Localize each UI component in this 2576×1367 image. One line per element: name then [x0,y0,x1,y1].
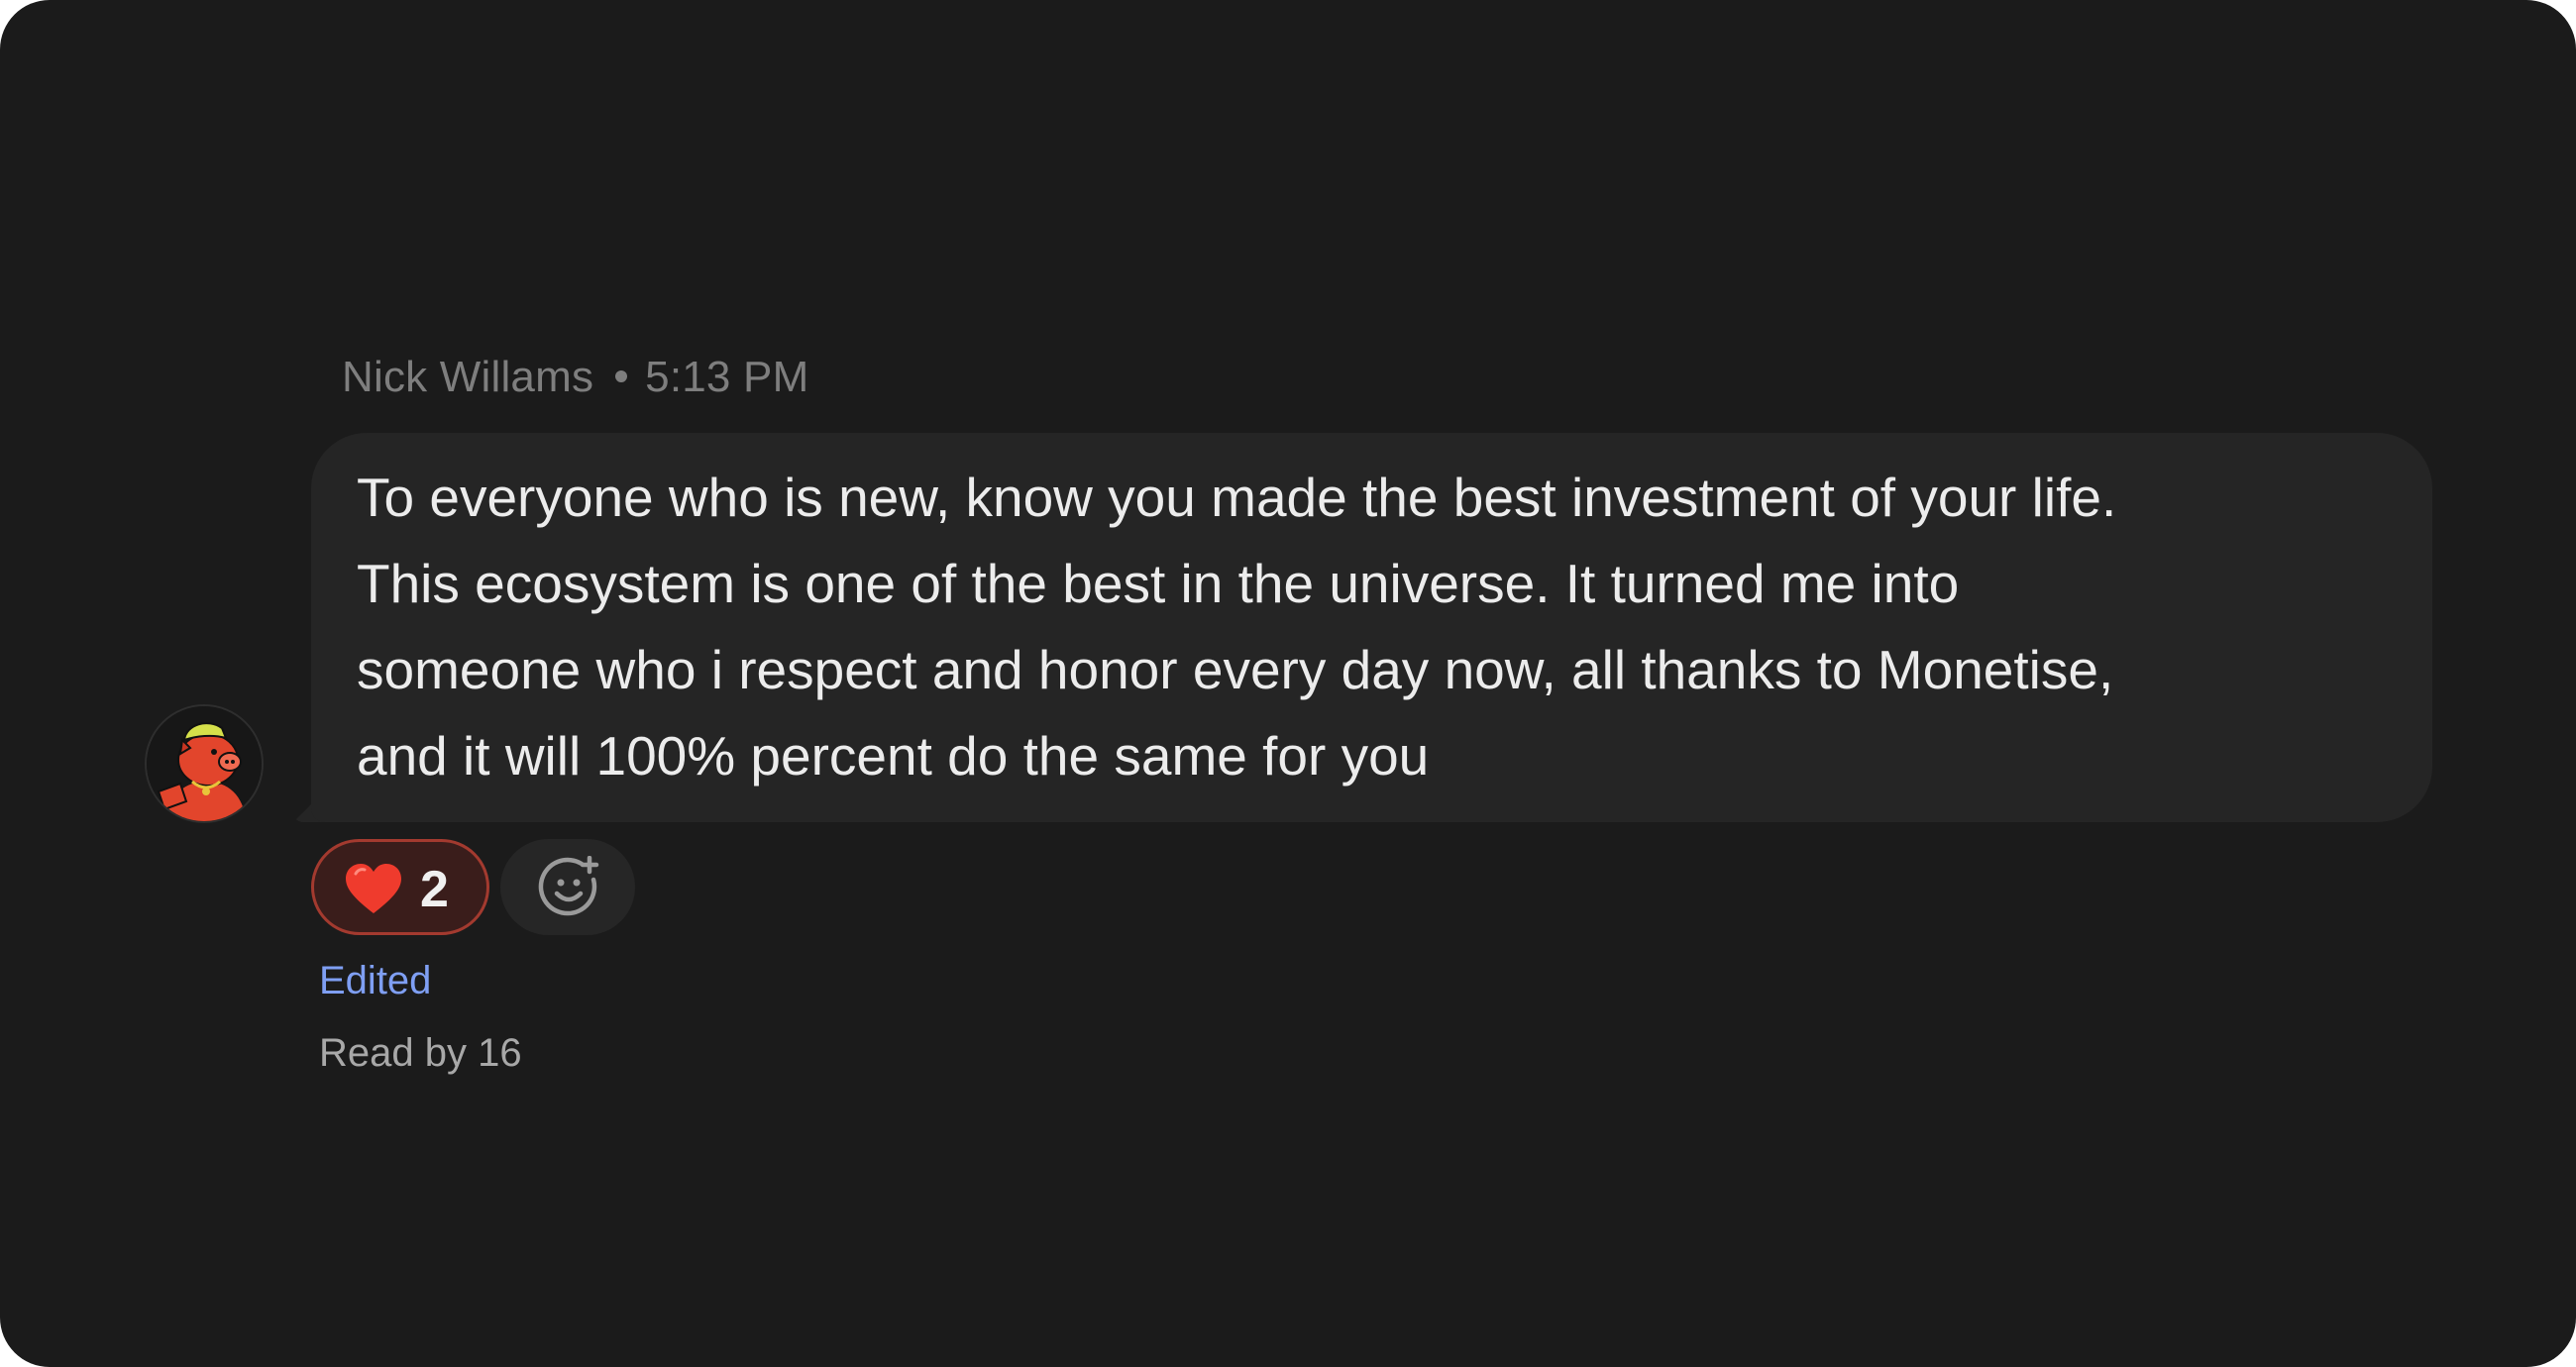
separator-dot [615,370,628,383]
pig-avatar-icon [147,706,262,821]
message-text-line: and it will 100% percent do the same for… [357,725,1430,787]
edited-link[interactable]: Edited [319,959,431,1003]
read-receipt[interactable]: Read by 16 [319,1031,522,1076]
avatar[interactable] [145,704,264,823]
message-text-line: To everyone who is new, know you made th… [357,467,2117,528]
add-emoji-icon [538,856,599,916]
heart-reaction-button[interactable]: 2 [311,839,489,935]
add-reaction-button[interactable] [500,839,635,935]
reaction-count: 2 [420,861,449,918]
chat-panel: Nick Willams 5:13 PM To everyone who is … [0,0,2576,1367]
author-name[interactable]: Nick Willams [342,353,593,401]
message-text-line: someone who i respect and honor every da… [357,639,2114,700]
message-timestamp: 5:13 PM [645,353,809,401]
message-text-line: This ecosystem is one of the best in the… [357,553,1960,614]
message-header: Nick Willams 5:13 PM [342,353,808,402]
heart-emoji-icon [346,864,401,913]
